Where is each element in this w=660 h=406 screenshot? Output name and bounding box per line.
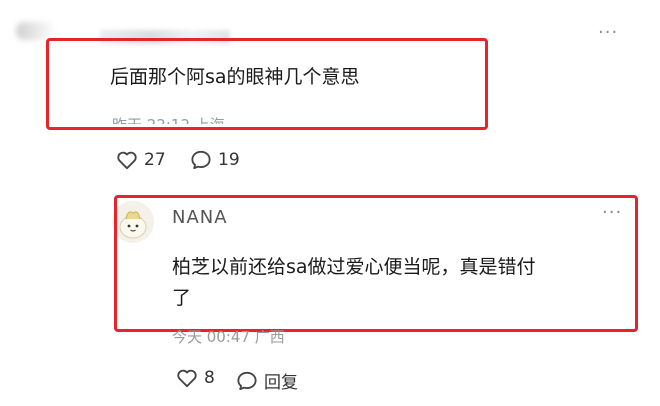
reply-button[interactable]: 回复 [236,368,298,393]
comment-text-line-1: 柏芝以前还给sa做过爱心便当呢，真是错付 [172,256,536,278]
comment-text-line-2: 了 [172,287,192,309]
heart-outline-icon [176,368,198,388]
comment-meta: 昨天 22:12 上海 [112,114,225,124]
like-count: 8 [204,368,215,388]
reply-label: 回复 [264,373,298,393]
reply-count: 19 [218,150,240,170]
heart-outline-icon [116,150,138,170]
more-dots-icon[interactable]: ··· [598,24,618,42]
like-button[interactable]: 27 [116,150,166,170]
speech-bubble-icon [236,371,258,391]
comment-text: 后面那个阿sa的眼神几个意思 [110,66,360,88]
comment-timestamp: 昨天 22:12 上海 [112,116,225,124]
reply-button[interactable]: 19 [190,150,240,170]
comment-timestamp: 今天 00:47 广西 [172,330,285,344]
like-button[interactable]: 8 [176,368,215,388]
comment-meta: 今天 00:47 广西 [172,330,285,344]
like-count: 27 [144,150,166,170]
speech-bubble-icon [190,150,212,170]
